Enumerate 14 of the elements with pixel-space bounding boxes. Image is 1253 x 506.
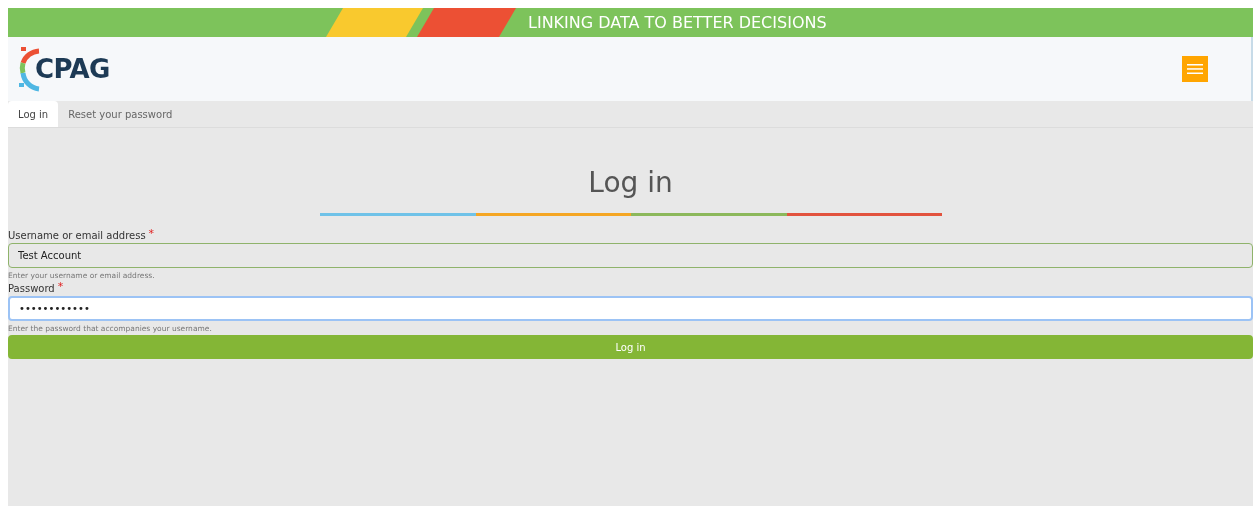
field-label: Username or email address — [8, 229, 146, 243]
banner-tagline: LINKING DATA TO BETTER DECISIONS — [528, 11, 827, 34]
page-title: Log in — [587, 166, 674, 200]
tab[interactable]: Log in — [8, 101, 59, 127]
required-mark: * — [57, 281, 64, 292]
logo-wordmark: CPAG — [35, 52, 110, 86]
input-field[interactable]: •••••••••••• — [8, 296, 1253, 321]
cpag-logo[interactable]: CPAG — [17, 43, 110, 95]
field-label: Password — [8, 282, 55, 296]
menu-button[interactable] — [1182, 56, 1208, 82]
menu-icon — [1187, 64, 1203, 74]
required-mark: * — [148, 228, 155, 239]
tab[interactable]: Reset your password — [58, 101, 183, 127]
input-field[interactable]: Test Account — [8, 243, 1253, 268]
